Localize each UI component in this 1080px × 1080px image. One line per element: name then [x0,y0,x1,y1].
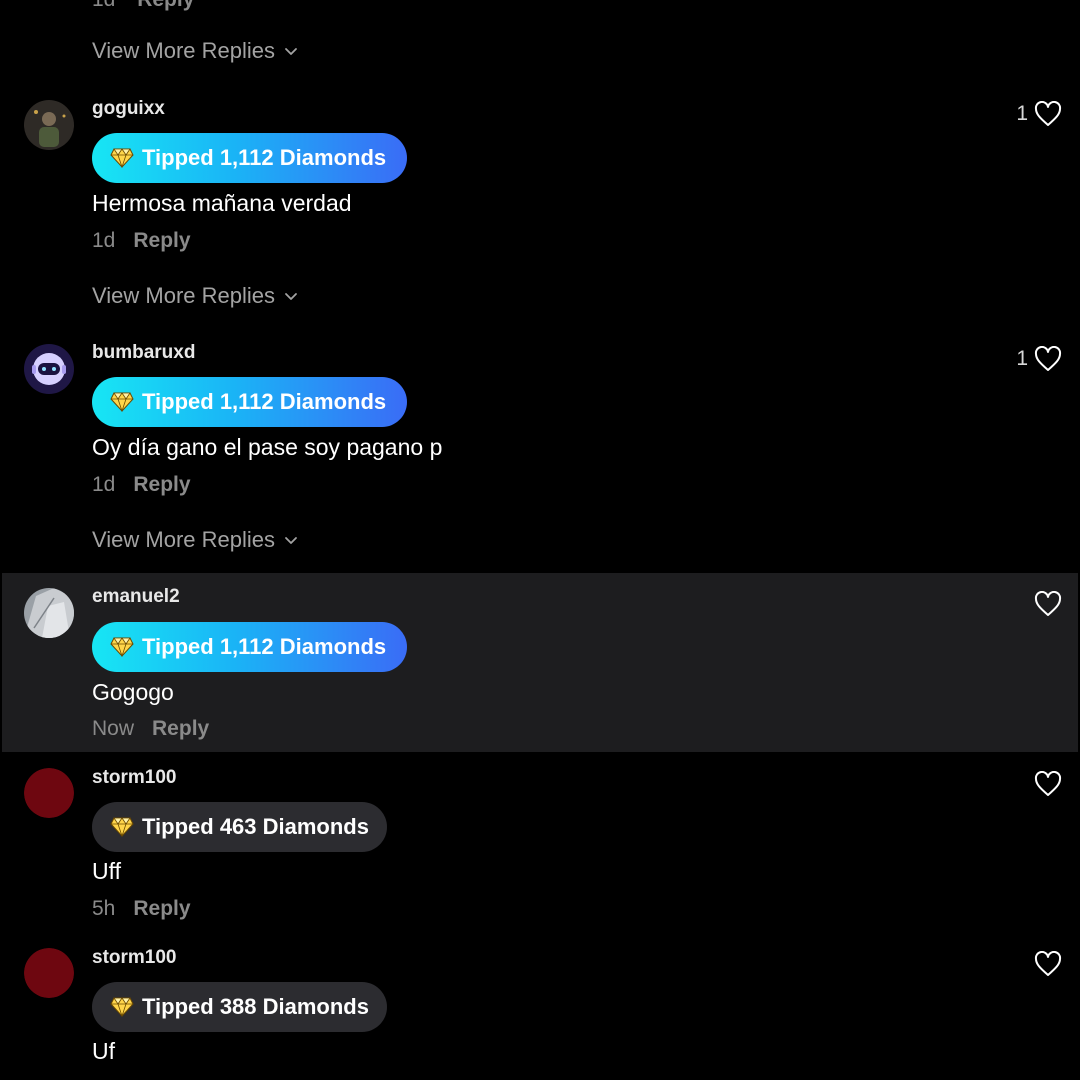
comment-time: 5h [92,897,116,920]
comment-text: Uf [92,1038,115,1064]
like-button[interactable] [1034,771,1062,797]
tip-badge: Tipped 1,112 Diamonds [92,133,407,183]
view-more-label: View More Replies [92,527,276,552]
comment-item: bumbaruxd Tipped 1,112 Diamonds Oy día g… [0,340,1080,510]
view-more-replies-button[interactable]: View More Replies [92,527,299,553]
view-more-label: View More Replies [92,283,276,308]
diamond-icon [110,817,134,837]
avatar[interactable] [24,588,74,638]
view-more-replies-button[interactable]: View More Replies [92,38,299,64]
tip-label: Tipped 388 Diamonds [142,994,369,1019]
comment-meta: 5h Reply [92,897,191,921]
diamond-icon [110,148,134,168]
reply-button[interactable]: Reply [133,897,190,921]
reply-button[interactable]: Reply [137,0,194,11]
username[interactable]: storm100 [92,947,177,969]
diamond-icon [110,392,134,412]
tip-label: Tipped 1,112 Diamonds [142,389,387,414]
username[interactable]: storm100 [92,767,177,789]
heart-icon [1034,101,1062,126]
like-button[interactable] [1034,591,1062,617]
diamond-icon [110,997,134,1017]
comment-time: 1d [92,229,116,252]
like-button[interactable]: 1 [1016,101,1062,127]
chevron-down-icon [285,48,297,55]
avatar[interactable] [24,100,74,150]
reply-button[interactable]: Reply [133,229,190,253]
tip-badge: Tipped 388 Diamonds [92,982,387,1032]
comment-text: Uff [92,858,121,884]
tip-badge: Tipped 1,112 Diamonds [92,377,407,427]
partial-comment-meta: 1d Reply [92,0,194,12]
comment-item-highlighted: emanuel2 Tipped 1,112 Diamonds Gogogo No… [2,573,1078,752]
view-more-replies-button[interactable]: View More Replies [92,283,299,309]
chevron-down-icon [285,293,297,300]
username[interactable]: bumbaruxd [92,342,195,364]
comment-item: storm100 Tipped 388 Diamonds Uf [0,945,1080,1080]
comment-text: Oy día gano el pase soy pagano p [92,434,443,460]
view-more-label: View More Replies [92,38,276,63]
reply-button[interactable]: Reply [133,473,190,497]
reply-button[interactable]: Reply [152,717,209,741]
comment-text: Hermosa mañana verdad [92,190,352,216]
avatar[interactable] [24,768,74,818]
comment-meta: 1d Reply [92,229,191,253]
comment-item: goguixx Tipped 1,112 Diamonds Hermosa ma… [0,96,1080,266]
like-count: 1 [1016,347,1028,370]
username[interactable]: emanuel2 [92,586,180,608]
like-button[interactable] [1034,951,1062,977]
comments-panel: 1d Reply View More Replies goguixx Tippe… [0,0,1080,1080]
tip-label: Tipped 1,112 Diamonds [142,634,387,659]
heart-icon [1034,346,1062,371]
tip-label: Tipped 1,112 Diamonds [142,145,387,170]
comment-time: 1d [92,0,115,11]
comment-meta: 1d Reply [92,473,191,497]
comment-meta: Now Reply [92,717,209,741]
heart-icon [1034,951,1062,976]
tip-badge: Tipped 1,112 Diamonds [92,622,407,672]
like-count: 1 [1016,102,1028,125]
tip-label: Tipped 463 Diamonds [142,814,369,839]
comment-time: 1d [92,473,116,496]
avatar[interactable] [24,344,74,394]
heart-icon [1034,771,1062,796]
like-button[interactable]: 1 [1016,346,1062,372]
comment-time: Now [92,717,135,740]
comment-text: Gogogo [92,679,174,705]
comment-item: storm100 Tipped 463 Diamonds Uff 5h Repl… [0,765,1080,935]
heart-icon [1034,591,1062,616]
diamond-icon [110,637,134,657]
username[interactable]: goguixx [92,98,165,120]
tip-badge: Tipped 463 Diamonds [92,802,387,852]
avatar[interactable] [24,948,74,998]
chevron-down-icon [285,537,297,544]
